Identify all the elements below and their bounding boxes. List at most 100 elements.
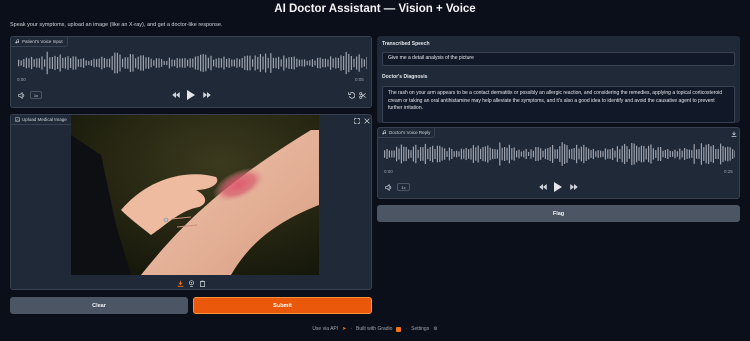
waveform-bar bbox=[422, 147, 424, 161]
waveform-bar bbox=[207, 57, 209, 69]
waveform-bar bbox=[672, 151, 674, 157]
waveform-bar bbox=[343, 56, 345, 70]
submit-button[interactable]: Submit bbox=[193, 297, 372, 314]
rewind-icon[interactable] bbox=[538, 183, 547, 191]
image-upload-panel[interactable]: Upload Medical Image bbox=[10, 114, 372, 290]
waveform-bar bbox=[62, 57, 64, 69]
voice-reply-time-end: 0:25 bbox=[724, 169, 733, 174]
waveform-bar bbox=[621, 145, 623, 163]
waveform-bar bbox=[705, 144, 707, 164]
waveform-bar bbox=[213, 59, 215, 67]
waveform-bar bbox=[667, 148, 669, 160]
waveform-bar bbox=[542, 150, 544, 158]
waveform-bar bbox=[696, 149, 698, 159]
waveform-bar bbox=[205, 54, 207, 72]
waveform-bar bbox=[556, 149, 558, 159]
waveform-bar bbox=[679, 148, 681, 160]
use-via-api-link[interactable]: Use via API bbox=[312, 326, 338, 332]
undo-icon[interactable] bbox=[347, 91, 355, 99]
waveform-bar bbox=[734, 150, 735, 158]
waveform-bar bbox=[168, 57, 170, 69]
transcribed-textbox[interactable]: Give me a detail analysis of the picture bbox=[382, 52, 735, 66]
waveform-bar bbox=[729, 147, 731, 161]
waveform-bar bbox=[296, 58, 298, 68]
diagnosis-textbox[interactable]: The rash on your arm appears to be a con… bbox=[382, 86, 735, 123]
waveform-bar bbox=[158, 58, 160, 68]
volume-icon[interactable] bbox=[17, 91, 25, 99]
rewind-icon[interactable] bbox=[171, 91, 180, 99]
clipboard-icon[interactable] bbox=[198, 279, 206, 287]
waveform-bar bbox=[506, 147, 508, 161]
waveform-bar bbox=[624, 143, 626, 165]
waveform-bar bbox=[20, 60, 22, 66]
waveform-bar bbox=[283, 55, 285, 71]
waveform-bar bbox=[703, 147, 705, 161]
waveform-bar bbox=[239, 59, 241, 67]
playback-speed-button[interactable]: 1x bbox=[397, 183, 410, 191]
waveform-bar bbox=[410, 150, 412, 158]
waveform-bar bbox=[559, 146, 561, 162]
waveform-bar bbox=[72, 56, 74, 70]
waveform-bar bbox=[420, 147, 422, 161]
waveform-bar bbox=[345, 51, 347, 75]
waveform-bar bbox=[356, 56, 358, 70]
download-icon[interactable] bbox=[730, 130, 737, 137]
waveform-bar bbox=[291, 56, 293, 70]
trim-scissors-icon[interactable] bbox=[358, 91, 366, 99]
waveform-bar bbox=[619, 149, 621, 159]
waveform-bar bbox=[244, 56, 246, 70]
gear-icon: ⚙ bbox=[433, 326, 438, 332]
settings-link[interactable]: Settings bbox=[411, 326, 429, 332]
built-with-gradio-link[interactable]: Built with Gradio bbox=[356, 326, 392, 332]
waveform-bar bbox=[688, 149, 690, 159]
waveform-bar bbox=[181, 58, 183, 68]
waveform-bar bbox=[275, 57, 277, 69]
waveform-bar bbox=[140, 55, 142, 71]
waveform-bar bbox=[36, 58, 38, 68]
waveform-bar bbox=[489, 147, 491, 161]
waveform-bar bbox=[254, 55, 256, 71]
footer: Use via API ➤ · Built with Gradio · Sett… bbox=[0, 326, 750, 332]
waveform-bar bbox=[396, 146, 398, 162]
play-icon[interactable] bbox=[186, 89, 196, 101]
waveform-bar bbox=[463, 149, 465, 159]
webcam-icon[interactable] bbox=[187, 279, 195, 287]
waveform-bar bbox=[662, 150, 664, 158]
download-icon[interactable] bbox=[176, 279, 184, 287]
voice-input-waveform[interactable] bbox=[17, 51, 367, 75]
waveform-bar bbox=[724, 147, 726, 161]
fast-forward-icon[interactable] bbox=[202, 91, 211, 99]
waveform-bar bbox=[700, 143, 702, 165]
close-icon[interactable] bbox=[363, 117, 370, 124]
waveform-bar bbox=[645, 148, 647, 160]
waveform-bar bbox=[412, 146, 414, 162]
waveform-bar bbox=[161, 59, 163, 67]
waveform-bar bbox=[626, 146, 628, 162]
waveform-bar bbox=[640, 145, 642, 163]
waveform-bar bbox=[252, 59, 254, 67]
waveform-bar bbox=[648, 145, 650, 163]
flag-button[interactable]: Flag bbox=[377, 205, 740, 222]
waveform-bar bbox=[127, 57, 129, 69]
waveform-bar bbox=[403, 146, 405, 162]
waveform-bar bbox=[480, 148, 482, 160]
play-icon[interactable] bbox=[553, 181, 563, 193]
playback-speed-button[interactable]: 1x bbox=[30, 91, 42, 99]
waveform-bar bbox=[727, 146, 729, 162]
fast-forward-icon[interactable] bbox=[569, 183, 578, 191]
waveform-bar bbox=[194, 56, 196, 70]
waveform-bar bbox=[676, 151, 678, 157]
voice-reply-waveform[interactable] bbox=[383, 141, 735, 167]
waveform-bar bbox=[643, 145, 645, 163]
waveform-bar bbox=[49, 57, 51, 69]
waveform-bar bbox=[319, 57, 321, 69]
waveform-bar bbox=[448, 147, 450, 161]
waveform-bar bbox=[41, 56, 43, 70]
clear-button[interactable]: Clear bbox=[10, 297, 188, 314]
volume-icon[interactable] bbox=[384, 183, 392, 191]
waveform-bar bbox=[148, 57, 150, 69]
waveform-bar bbox=[132, 54, 134, 72]
waveform-bar bbox=[607, 149, 609, 159]
waveform-bar bbox=[391, 150, 393, 158]
fullscreen-icon[interactable] bbox=[353, 117, 360, 124]
